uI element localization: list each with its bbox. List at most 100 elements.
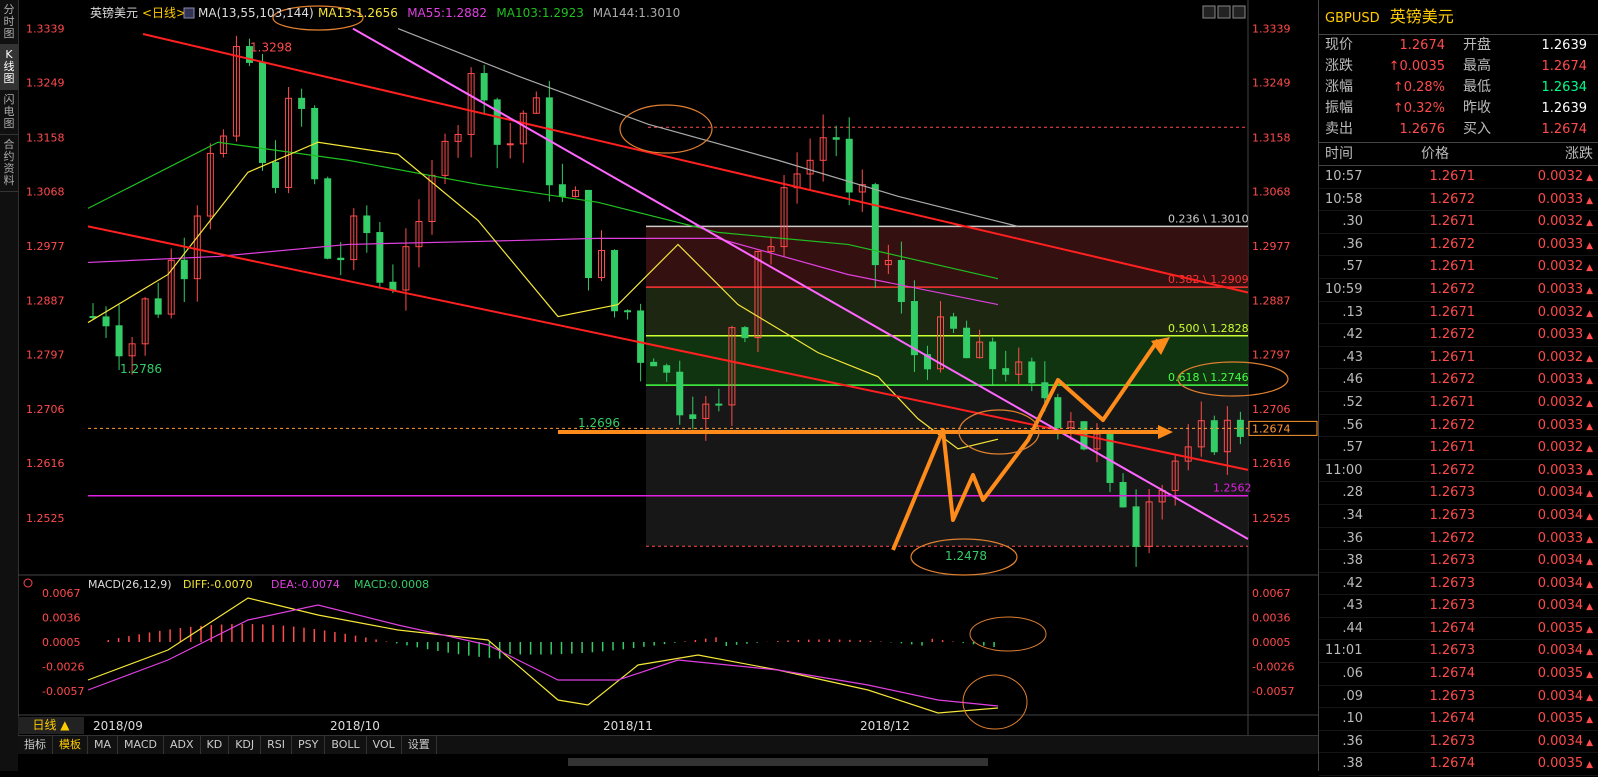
- candle-body: [963, 327, 971, 359]
- candle-body: [989, 341, 997, 370]
- ma-value: MA103:1.2923: [496, 6, 584, 20]
- fib-label: 0.236 \ 1.3010: [1168, 212, 1249, 225]
- current-price-label: 1.2674: [1252, 422, 1291, 435]
- tick-row[interactable]: .52 1.2671 0.0032: [1319, 392, 1598, 415]
- indicator-tab[interactable]: BOLL: [325, 736, 367, 754]
- tick-price: 1.2671: [1429, 214, 1476, 230]
- tick-row[interactable]: .36 1.2672 0.0033: [1319, 528, 1598, 551]
- tick-row[interactable]: .06 1.2674 0.0035: [1319, 663, 1598, 686]
- candle-body: [493, 99, 501, 145]
- tick-price: 1.2673: [1429, 643, 1476, 659]
- tick-row[interactable]: 10:58 1.2672 0.0033: [1319, 189, 1598, 212]
- tick-row[interactable]: .38 1.2673 0.0034: [1319, 550, 1598, 573]
- tick-change: 0.0034: [1475, 573, 1598, 595]
- candle-body: [1028, 361, 1036, 384]
- price-chart[interactable]: 1.3339 1.3339 1.3249 1.3249 1.3158 1.3158 1.30…: [18, 0, 1318, 735]
- indicator-tab[interactable]: 设置: [402, 736, 437, 754]
- tick-row[interactable]: .09 1.2673 0.0034: [1319, 686, 1598, 709]
- symbol-name: 英镑美元: [1389, 7, 1454, 26]
- quote-row: 涨幅 ↑0.28% 最低 1.2634: [1319, 77, 1598, 98]
- price-tick-right: 1.2616: [1252, 457, 1291, 470]
- tick-time: .38: [1342, 756, 1363, 772]
- close-icon: [1232, 5, 1246, 19]
- diff-line: [87, 597, 999, 714]
- tick-row[interactable]: .13 1.2671 0.0032: [1319, 302, 1598, 325]
- tick-row[interactable]: 10:57 1.2671 0.0032: [1319, 166, 1598, 189]
- tick-row[interactable]: 11:01 1.2673 0.0034: [1319, 640, 1598, 664]
- price-tick-right: 1.3339: [1252, 23, 1291, 36]
- tick-time: .43: [1342, 349, 1363, 365]
- macd-tick-right: 0.0067: [1252, 587, 1291, 600]
- indicator-tab[interactable]: 指标: [18, 736, 53, 754]
- tick-row[interactable]: 10:59 1.2672 0.0033: [1319, 279, 1598, 302]
- quote-label: 买入: [1463, 121, 1491, 137]
- indicator-tab[interactable]: RSI: [261, 736, 293, 754]
- tick-time: 10:58: [1325, 191, 1363, 207]
- indicator-tab[interactable]: 模板: [53, 736, 88, 754]
- tab-flash[interactable]: 闪电图: [0, 90, 18, 135]
- indicator-tab[interactable]: KDJ: [229, 736, 262, 754]
- price-tick-left: 1.3249: [26, 77, 65, 90]
- quote-value: 1.2676: [1399, 122, 1446, 137]
- tick-change: 0.0034: [1475, 505, 1598, 527]
- tick-row[interactable]: .43 1.2671 0.0032: [1319, 347, 1598, 370]
- indicator-tab[interactable]: ADX: [164, 736, 201, 754]
- period-button[interactable]: 日线 ▲: [18, 717, 84, 734]
- tick-row[interactable]: .36 1.2673 0.0034: [1319, 731, 1598, 754]
- quote-label: 现价: [1325, 37, 1353, 53]
- macd-tick-right: 0.0005: [1252, 636, 1291, 649]
- indicator-tab[interactable]: MA: [88, 736, 119, 754]
- tick-row[interactable]: .46 1.2672 0.0033: [1319, 369, 1598, 392]
- tick-time: .57: [1342, 440, 1363, 456]
- highlight-circle: [962, 674, 1028, 730]
- price-tick-left: 1.2887: [26, 294, 65, 307]
- tick-row[interactable]: .10 1.2674 0.0035: [1319, 708, 1598, 731]
- tab-contract[interactable]: 合约资料: [0, 135, 18, 192]
- tick-row[interactable]: .38 1.2674 0.0035: [1319, 753, 1598, 777]
- tick-time: 10:57: [1325, 169, 1363, 184]
- tick-row[interactable]: .43 1.2673 0.0034: [1319, 595, 1598, 618]
- scroll-thumb[interactable]: [568, 758, 988, 766]
- quote-label: 卖出: [1325, 121, 1353, 137]
- time-axis-label: 2018/12: [860, 719, 910, 733]
- maximize-icon: [1217, 5, 1231, 19]
- macd-tick-right: -0.0026: [1252, 661, 1294, 674]
- tick-row[interactable]: .30 1.2671 0.0032: [1319, 211, 1598, 234]
- symbol-label: 英镑美元: [90, 5, 138, 20]
- tick-row[interactable]: .56 1.2672 0.0033: [1319, 415, 1598, 438]
- tick-table[interactable]: 10:571.26710.003210:581.26720.0033.301.2…: [1319, 166, 1598, 777]
- tick-time: .36: [1342, 733, 1363, 749]
- indicator-tab[interactable]: VOL: [367, 736, 402, 754]
- candle-body: [897, 259, 905, 303]
- tick-time: .28: [1342, 485, 1363, 501]
- period-label: <日线>: [142, 6, 186, 20]
- time-axis-label: 2018/10: [330, 719, 380, 733]
- tick-row[interactable]: .34 1.2673 0.0034: [1319, 505, 1598, 528]
- tick-row[interactable]: .57 1.2671 0.0032: [1319, 256, 1598, 279]
- quote-value: 1.2674: [1541, 59, 1588, 74]
- tick-row[interactable]: .44 1.2674 0.0035: [1319, 618, 1598, 641]
- tick-row[interactable]: .42 1.2673 0.0034: [1319, 573, 1598, 596]
- tick-time: .10: [1342, 711, 1363, 727]
- indicator-tab[interactable]: KD: [201, 736, 230, 754]
- candle-body: [1210, 420, 1218, 453]
- tick-time: 11:00: [1325, 462, 1363, 478]
- chart-scrollbar[interactable]: [18, 754, 1318, 771]
- tab-kline[interactable]: K线图: [0, 45, 18, 90]
- tick-row[interactable]: .36 1.2672 0.0033: [1319, 234, 1598, 257]
- tick-row[interactable]: 11:00 1.2672 0.0033: [1319, 460, 1598, 483]
- tab-timeshare[interactable]: 分时图: [0, 0, 18, 45]
- macd-diff: DIFF:-0.0070: [183, 578, 253, 591]
- indicator-tab[interactable]: MACD: [118, 736, 164, 754]
- ma-icon: [183, 7, 195, 19]
- tick-price: 1.2674: [1429, 620, 1476, 636]
- tick-change: 0.0035: [1475, 663, 1598, 685]
- tick-row[interactable]: .28 1.2673 0.0034: [1319, 482, 1598, 505]
- candle-body: [259, 61, 267, 163]
- tick-row[interactable]: .57 1.2671 0.0032: [1319, 437, 1598, 460]
- macd-tick-left: 0.0036: [42, 612, 81, 625]
- tick-row[interactable]: .42 1.2672 0.0033: [1319, 324, 1598, 347]
- indicator-tab[interactable]: PSY: [292, 736, 326, 754]
- quote-value: 1.2634: [1541, 80, 1588, 95]
- tick-change: 0.0032: [1475, 437, 1598, 459]
